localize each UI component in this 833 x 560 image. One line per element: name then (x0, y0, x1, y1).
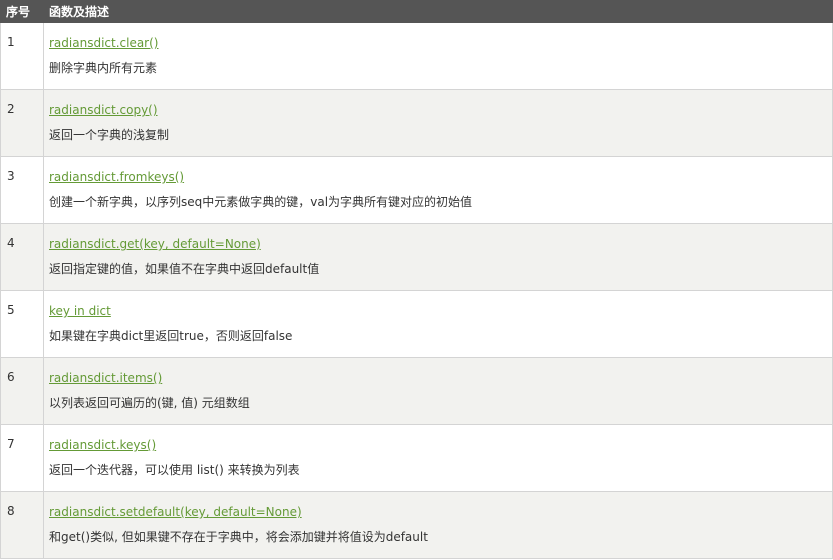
function-description: 如果键在字典dict里返回true，否则返回false (49, 329, 293, 343)
table-row: 5 key in dict 如果键在字典dict里返回true，否则返回fals… (0, 290, 833, 358)
function-description: 以列表返回可遍历的(键, 值) 元组数组 (49, 396, 250, 410)
column-header-number: 序号 (0, 0, 44, 23)
row-number: 4 (0, 223, 44, 291)
table-row: 4 radiansdict.get(key, default=None) 返回指… (0, 223, 833, 291)
row-number: 7 (0, 424, 44, 492)
table-row: 7 radiansdict.keys() 返回一个迭代器，可以使用 list()… (0, 424, 833, 492)
function-link-key-in-dict[interactable]: key in dict (49, 303, 832, 319)
row-description-cell: radiansdict.get(key, default=None) 返回指定键… (43, 223, 833, 291)
function-description: 和get()类似, 但如果键不存在于字典中，将会添加键并将值设为default (49, 530, 428, 544)
table-row: 3 radiansdict.fromkeys() 创建一个新字典，以序列seq中… (0, 156, 833, 224)
table-header-row: 序号 函数及描述 (0, 0, 833, 23)
row-number: 5 (0, 290, 44, 358)
function-description: 返回一个迭代器，可以使用 list() 来转换为列表 (49, 463, 300, 477)
function-description: 返回一个字典的浅复制 (49, 128, 170, 142)
function-description: 删除字典内所有元素 (49, 61, 158, 75)
row-number: 1 (0, 22, 44, 90)
row-description-cell: radiansdict.copy() 返回一个字典的浅复制 (43, 89, 833, 157)
function-link-clear[interactable]: radiansdict.clear() (49, 35, 832, 51)
table-row: 1 radiansdict.clear() 删除字典内所有元素 (0, 22, 833, 90)
function-link-items[interactable]: radiansdict.items() (49, 370, 832, 386)
row-description-cell: key in dict 如果键在字典dict里返回true，否则返回false (43, 290, 833, 358)
row-number: 8 (0, 491, 44, 559)
row-description-cell: radiansdict.fromkeys() 创建一个新字典，以序列seq中元素… (43, 156, 833, 224)
row-description-cell: radiansdict.clear() 删除字典内所有元素 (43, 22, 833, 90)
table-row: 6 radiansdict.items() 以列表返回可遍历的(键, 值) 元组… (0, 357, 833, 425)
function-description: 返回指定键的值，如果值不在字典中返回default值 (49, 262, 320, 276)
function-link-setdefault[interactable]: radiansdict.setdefault(key, default=None… (49, 504, 832, 520)
row-number: 3 (0, 156, 44, 224)
dict-functions-table: 序号 函数及描述 1 radiansdict.clear() 删除字典内所有元素… (0, 0, 833, 559)
function-link-get[interactable]: radiansdict.get(key, default=None) (49, 236, 832, 252)
column-header-description: 函数及描述 (43, 0, 833, 23)
table-row: 2 radiansdict.copy() 返回一个字典的浅复制 (0, 89, 833, 157)
function-link-copy[interactable]: radiansdict.copy() (49, 102, 832, 118)
table-row: 8 radiansdict.setdefault(key, default=No… (0, 491, 833, 559)
function-link-fromkeys[interactable]: radiansdict.fromkeys() (49, 169, 832, 185)
row-number: 2 (0, 89, 44, 157)
row-number: 6 (0, 357, 44, 425)
function-description: 创建一个新字典，以序列seq中元素做字典的键，val为字典所有键对应的初始值 (49, 195, 473, 209)
function-link-keys[interactable]: radiansdict.keys() (49, 437, 832, 453)
row-description-cell: radiansdict.keys() 返回一个迭代器，可以使用 list() 来… (43, 424, 833, 492)
row-description-cell: radiansdict.items() 以列表返回可遍历的(键, 值) 元组数组 (43, 357, 833, 425)
row-description-cell: radiansdict.setdefault(key, default=None… (43, 491, 833, 559)
